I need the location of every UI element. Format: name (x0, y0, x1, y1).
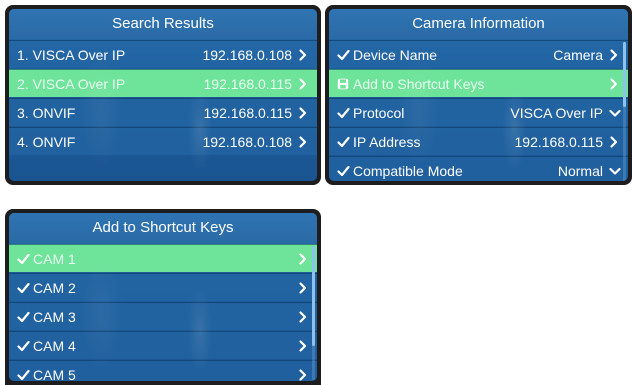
checkmark-icon (337, 49, 350, 61)
shortcut-cam-1[interactable]: CAM 1 (9, 244, 317, 272)
shortcut-cam-4[interactable]: CAM 4 (9, 331, 317, 359)
device-name-value: Camera (553, 46, 603, 63)
ip-address-label: IP Address (353, 133, 421, 150)
shortcut-cam-label: CAM 3 (33, 308, 76, 325)
shortcut-cam-label: CAM 4 (33, 337, 76, 354)
scrollbar[interactable] (623, 42, 626, 181)
checkmark-icon (337, 136, 350, 148)
chevron-right-icon (298, 339, 308, 353)
camera-information-title: Camera Information (329, 9, 628, 39)
search-result-label: 2. VISCA Over IP (17, 75, 126, 92)
search-results-screen: Search Results 1. VISCA Over IP 192.168.… (5, 5, 321, 185)
shortcut-keys-panel: Add to Shortcut Keys CAM 1 CAM 2 CAM 3 C… (9, 213, 317, 381)
checkmark-icon (17, 369, 30, 381)
chevron-right-icon (298, 48, 308, 62)
camera-information-panel: Camera Information Device Name Camera Ad… (329, 9, 628, 181)
search-results-panel: Search Results 1. VISCA Over IP 192.168.… (9, 9, 317, 181)
checkmark-icon (17, 282, 30, 294)
add-to-shortcut-keys-label: Add to Shortcut Keys (353, 75, 485, 92)
protocol-label: Protocol (353, 104, 405, 121)
protocol-value: VISCA Over IP (510, 104, 603, 121)
checkmark-icon (337, 165, 350, 177)
shortcut-cam-3[interactable]: CAM 3 (9, 302, 317, 330)
search-result-ip: 192.168.0.115 (203, 104, 293, 121)
shortcut-cam-label: CAM 5 (33, 366, 76, 382)
search-result-label: 1. VISCA Over IP (17, 46, 126, 63)
chevron-right-icon (298, 252, 308, 266)
chevron-right-icon (609, 48, 619, 62)
search-result-label: 3. ONVIF (17, 104, 76, 121)
checkmark-icon (17, 311, 30, 323)
ip-address-value: 192.168.0.115 (514, 133, 604, 150)
shortcut-keys-screen: Add to Shortcut Keys CAM 1 CAM 2 CAM 3 C… (5, 209, 321, 385)
chevron-down-icon[interactable] (609, 106, 621, 120)
search-result-label: 4. ONVIF (17, 133, 76, 150)
checkmark-icon (17, 253, 30, 265)
search-result-ip: 192.168.0.108 (202, 46, 292, 63)
shortcut-cam-2[interactable]: CAM 2 (9, 273, 317, 301)
search-result-row-1[interactable]: 1. VISCA Over IP 192.168.0.108 (9, 40, 317, 68)
camera-information-screen: Camera Information Device Name Camera Ad… (325, 5, 632, 185)
ip-address-row[interactable]: IP Address 192.168.0.115 (329, 127, 628, 155)
search-results-title: Search Results (9, 9, 317, 39)
search-result-row-2[interactable]: 2. VISCA Over IP 192.168.0.115 (9, 69, 317, 97)
device-name-label: Device Name (353, 46, 438, 63)
chevron-right-icon (298, 368, 308, 382)
device-name-row[interactable]: Device Name Camera (329, 40, 628, 68)
shortcut-cam-5[interactable]: CAM 5 (9, 360, 317, 381)
scrollbar-thumb[interactable] (623, 42, 626, 107)
shortcut-cam-label: CAM 1 (33, 250, 76, 267)
chevron-right-icon (298, 281, 308, 295)
compatible-mode-row[interactable]: Compatible Mode Normal (329, 156, 628, 181)
search-result-ip: 192.168.0.108 (202, 133, 292, 150)
scrollbar-thumb[interactable] (312, 246, 315, 346)
scrollbar[interactable] (312, 246, 315, 380)
checkmark-icon (337, 107, 350, 119)
chevron-right-icon (298, 135, 308, 149)
checkmark-icon (17, 340, 30, 352)
search-result-row-4[interactable]: 4. ONVIF 192.168.0.108 (9, 127, 317, 155)
shortcut-keys-title: Add to Shortcut Keys (9, 213, 317, 243)
search-result-ip: 192.168.0.115 (203, 75, 293, 92)
shortcut-cam-label: CAM 2 (33, 279, 76, 296)
chevron-right-icon (298, 106, 308, 120)
chevron-right-icon (298, 77, 308, 91)
protocol-row[interactable]: Protocol VISCA Over IP (329, 98, 628, 126)
add-to-shortcut-keys-row[interactable]: Add to Shortcut Keys (329, 69, 628, 97)
compatible-mode-value: Normal (557, 162, 603, 179)
chevron-right-icon (609, 77, 619, 91)
save-icon (337, 78, 349, 90)
chevron-right-icon (609, 135, 619, 149)
search-result-row-3[interactable]: 3. ONVIF 192.168.0.115 (9, 98, 317, 126)
compatible-mode-label: Compatible Mode (353, 162, 463, 179)
chevron-down-icon[interactable] (609, 164, 621, 178)
chevron-right-icon (298, 310, 308, 324)
